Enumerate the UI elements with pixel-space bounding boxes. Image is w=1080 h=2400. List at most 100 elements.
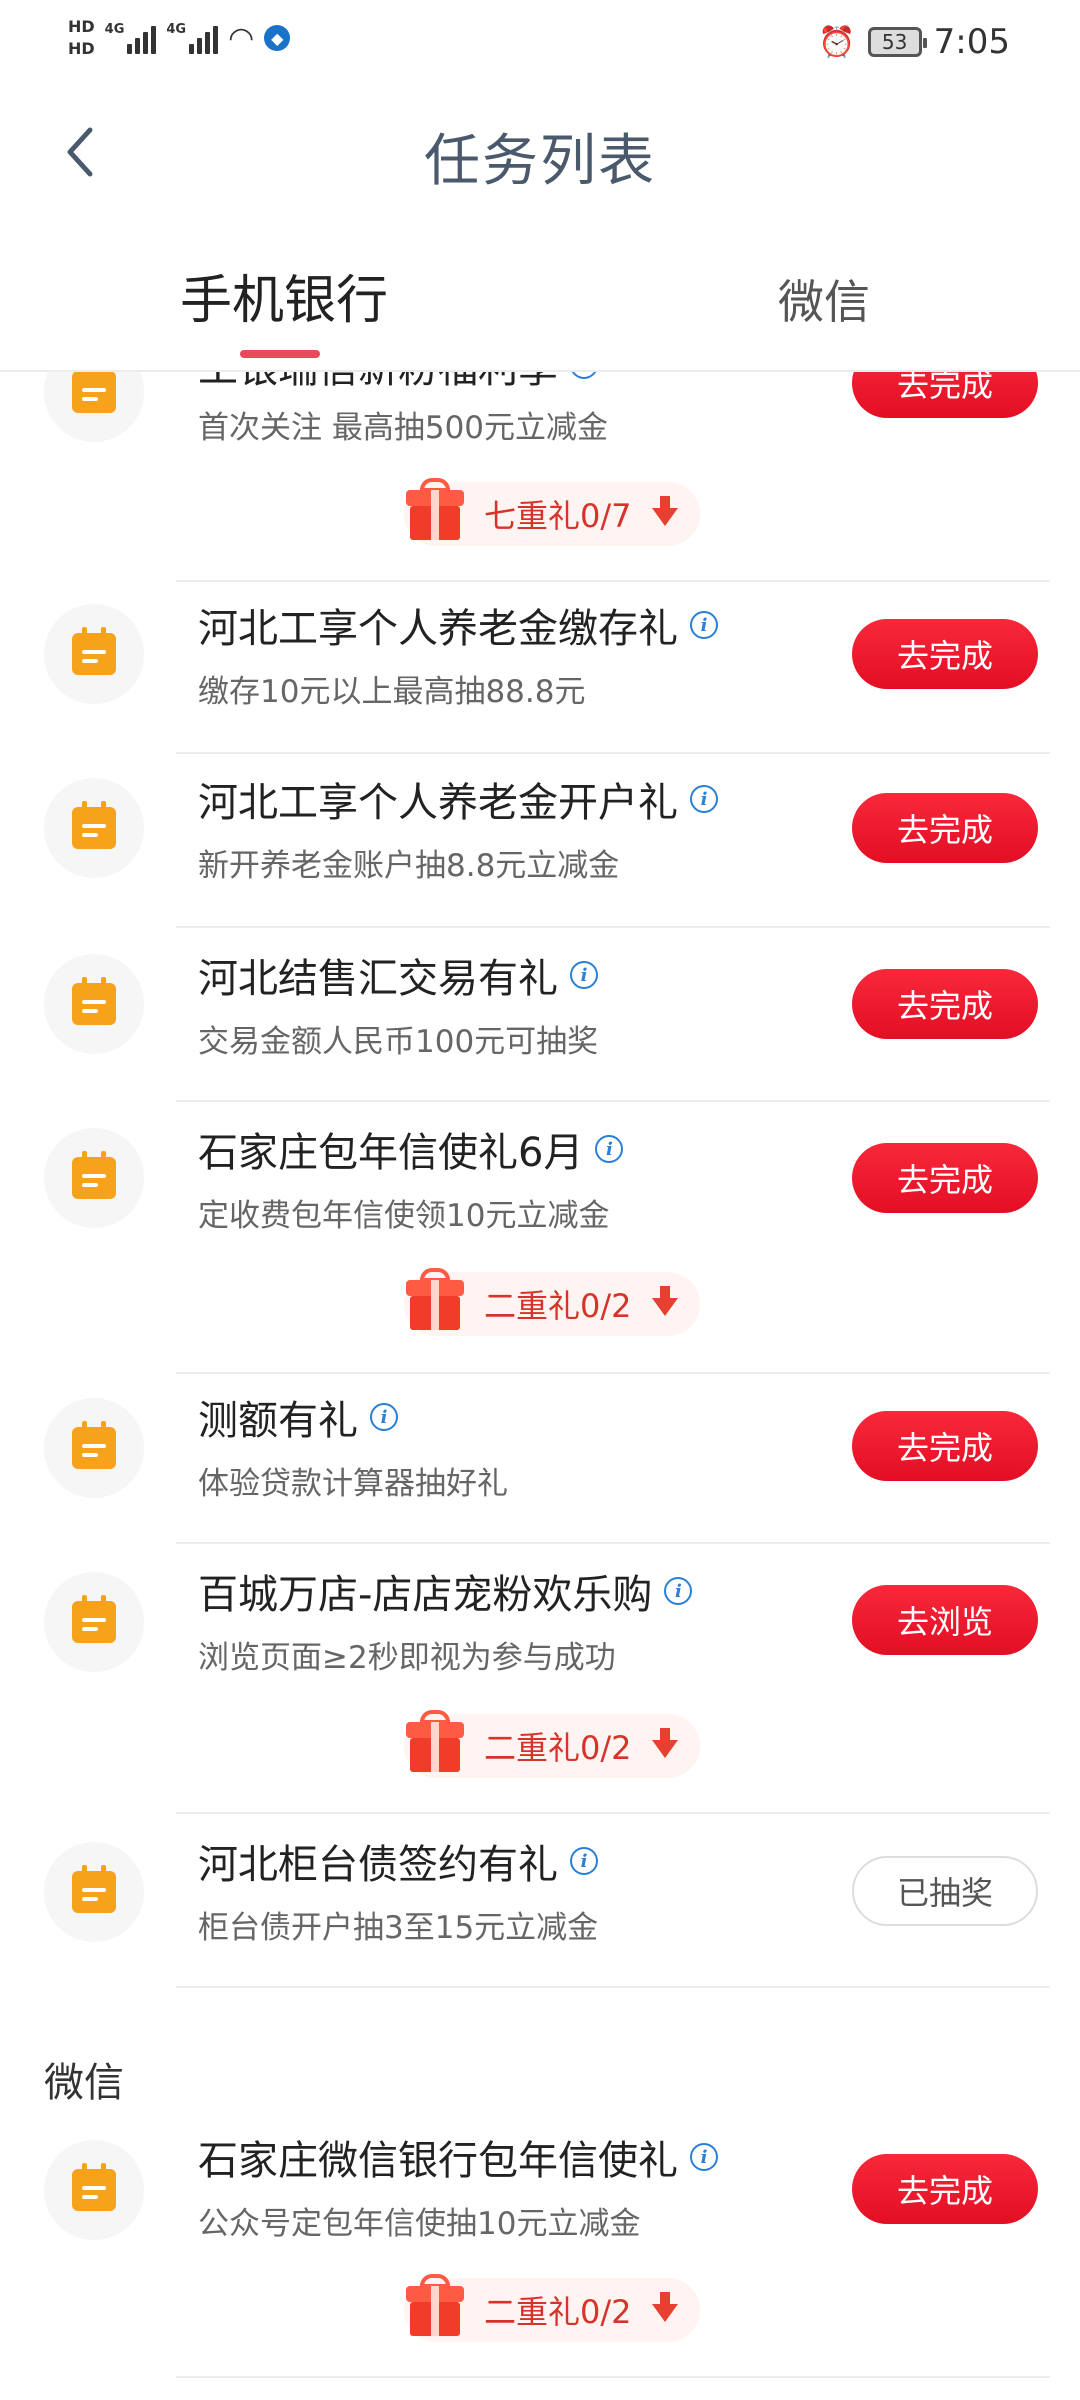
task-icon-wrap bbox=[44, 2140, 144, 2240]
task-subtitle: 柜台债开户抽3至15元立减金 bbox=[198, 1910, 599, 1946]
task-title: 河北结售汇交易有礼 bbox=[198, 956, 558, 1002]
arrow-down-icon bbox=[652, 1286, 678, 1320]
task-icon-wrap bbox=[44, 604, 144, 704]
info-icon[interactable]: i bbox=[570, 372, 598, 379]
task-action-button[interactable]: 去浏览 bbox=[852, 1585, 1038, 1655]
battery-icon: 53 bbox=[867, 27, 927, 57]
network-type-2: 4G bbox=[166, 22, 187, 37]
task-title-line: 百城万店-店店宠粉欢乐购 i bbox=[198, 1562, 693, 1620]
task-title: 测额有礼 bbox=[198, 1398, 358, 1444]
divider bbox=[176, 1372, 1050, 1374]
arrow-down-icon bbox=[652, 2292, 678, 2326]
gift-progress[interactable]: 二重礼0/2 bbox=[404, 1268, 700, 1336]
task-title: 河北工享个人养老金开户礼 bbox=[198, 780, 678, 826]
signal-icon-2: 4G bbox=[166, 22, 219, 54]
signal-icon-1: 4G bbox=[105, 22, 157, 54]
task-subtitle: 新开养老金账户抽8.8元立减金 bbox=[198, 848, 620, 884]
task-title: 百城万店-店店宠粉欢乐购 bbox=[198, 1572, 653, 1618]
hd-indicator: HD HD bbox=[68, 18, 95, 58]
task-title: 河北工享个人养老金缴存礼 bbox=[198, 606, 678, 652]
calendar-icon bbox=[72, 1421, 116, 1469]
calendar-icon bbox=[72, 1595, 116, 1643]
task-action-button[interactable]: 去完成 bbox=[852, 969, 1038, 1039]
status-right: ⏰ 53 7:05 bbox=[818, 22, 1010, 62]
task-title: 工银瑞信新粉福利季 bbox=[198, 372, 558, 394]
calendar-icon bbox=[72, 801, 116, 849]
tab-wechat[interactable]: 微信 bbox=[778, 266, 870, 332]
task-title: 河北柜台债签约有礼 bbox=[198, 1842, 558, 1888]
task-icon-wrap bbox=[44, 954, 144, 1054]
gift-progress[interactable]: 二重礼0/2 bbox=[404, 1710, 700, 1778]
info-icon[interactable]: i bbox=[690, 611, 718, 639]
task-action-button[interactable]: 去完成 bbox=[852, 793, 1038, 863]
info-icon[interactable]: i bbox=[595, 1135, 624, 1163]
gift-progress[interactable]: 二重礼0/2 bbox=[404, 2274, 700, 2342]
calendar-icon bbox=[72, 1151, 116, 1199]
task-status-button[interactable]: 已抽奖 bbox=[852, 1856, 1038, 1926]
divider bbox=[176, 1812, 1050, 1814]
arrow-down-icon bbox=[652, 1728, 678, 1762]
task-title: 石家庄微信银行包年信使礼 bbox=[198, 2138, 678, 2184]
task-list[interactable]: 工银瑞信新粉福利季 i 首次关注 最高抽500元立减金 去完成 七重礼0/7 河… bbox=[0, 372, 1080, 2400]
status-left: HD HD 4G 4G ◠ ◆ bbox=[68, 18, 291, 58]
divider bbox=[176, 1986, 1050, 1988]
info-icon[interactable]: i bbox=[570, 961, 598, 989]
divider bbox=[176, 926, 1050, 928]
task-subtitle: 首次关注 最高抽500元立减金 bbox=[198, 410, 609, 446]
calendar-icon bbox=[72, 1865, 116, 1913]
divider bbox=[176, 752, 1050, 754]
gift-progress-label: 二重礼0/2 bbox=[484, 2293, 632, 2331]
gift-icon bbox=[406, 1708, 464, 1772]
arrow-down-icon bbox=[652, 496, 678, 530]
task-title-line: 河北工享个人养老金缴存礼 i bbox=[198, 596, 718, 654]
wifi-icon: ◠ bbox=[228, 20, 255, 56]
info-icon[interactable]: i bbox=[570, 1847, 598, 1875]
calendar-icon bbox=[72, 627, 116, 675]
gift-icon bbox=[406, 476, 464, 540]
divider bbox=[176, 1542, 1050, 1544]
task-icon-wrap bbox=[44, 1398, 144, 1498]
hd-label-1: HD bbox=[68, 17, 95, 36]
section-heading-wechat: 微信 bbox=[44, 2060, 124, 2106]
app-notification-icon: ◆ bbox=[264, 25, 291, 51]
tab-active-indicator bbox=[240, 350, 320, 358]
task-action-button[interactable]: 去完成 bbox=[852, 372, 1038, 418]
calendar-icon bbox=[72, 977, 116, 1025]
task-subtitle: 缴存10元以上最高抽88.8元 bbox=[198, 674, 586, 710]
task-title-line: 石家庄微信银行包年信使礼 i bbox=[198, 2128, 718, 2186]
task-title-line: 河北结售汇交易有礼 i bbox=[198, 946, 598, 1004]
page-title: 任务列表 bbox=[424, 129, 656, 194]
gift-progress-label: 二重礼0/2 bbox=[484, 1729, 632, 1767]
task-icon-wrap bbox=[44, 1572, 144, 1672]
info-icon[interactable]: i bbox=[690, 2143, 718, 2171]
status-time: 7:05 bbox=[933, 22, 1010, 62]
task-action-button[interactable]: 去完成 bbox=[852, 619, 1038, 689]
hd-label-2: HD bbox=[68, 39, 95, 58]
calendar-icon bbox=[72, 2163, 116, 2211]
task-action-button[interactable]: 去完成 bbox=[852, 2154, 1038, 2224]
task-icon-wrap bbox=[44, 372, 144, 442]
task-action-button[interactable]: 去完成 bbox=[852, 1143, 1038, 1213]
nav-bar: 任务列表 bbox=[0, 92, 1080, 222]
info-icon[interactable]: i bbox=[370, 1403, 398, 1431]
task-title-line: 河北工享个人养老金开户礼 i bbox=[198, 770, 718, 828]
gift-progress-label: 二重礼0/2 bbox=[484, 1287, 632, 1325]
task-subtitle: 浏览页面≥2秒即视为参与成功 bbox=[198, 1640, 616, 1676]
task-title-line: 工银瑞信新粉福利季 i bbox=[198, 372, 598, 394]
task-icon-wrap bbox=[44, 778, 144, 878]
alarm-icon: ⏰ bbox=[818, 24, 856, 60]
tab-mobile-banking[interactable]: 手机银行 bbox=[180, 258, 388, 333]
task-action-button[interactable]: 去完成 bbox=[852, 1411, 1038, 1481]
divider bbox=[176, 580, 1050, 582]
task-icon-wrap bbox=[44, 1128, 144, 1228]
info-icon[interactable]: i bbox=[690, 785, 718, 813]
gift-icon bbox=[406, 1266, 464, 1330]
gift-progress[interactable]: 七重礼0/7 bbox=[404, 478, 700, 546]
calendar-icon bbox=[72, 372, 116, 413]
task-icon-wrap bbox=[44, 1842, 144, 1942]
task-subtitle: 定收费包年信使领10元立减金 bbox=[198, 1198, 610, 1234]
info-icon[interactable]: i bbox=[664, 1577, 693, 1605]
task-title-line: 河北柜台债签约有礼 i bbox=[198, 1832, 598, 1890]
task-title-line: 测额有礼 i bbox=[198, 1388, 398, 1446]
status-bar: HD HD 4G 4G ◠ ◆ ⏰ 53 7:05 bbox=[0, 0, 1080, 92]
